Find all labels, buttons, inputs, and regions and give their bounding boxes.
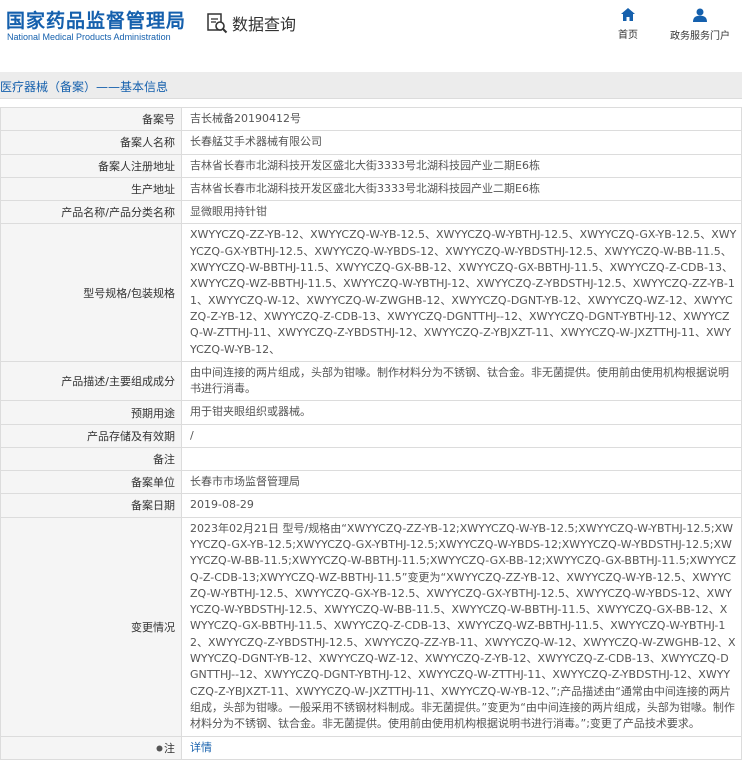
nav-home[interactable]: 首页 — [618, 8, 638, 41]
field-label: 预期用途 — [0, 400, 182, 425]
table-row: 预期用途 用于钳夹眼组织或器械。 — [0, 400, 742, 425]
field-value: 由中间连接的两片组成，头部为钳喙。制作材料分为不锈钢、钛合金。非无菌提供。使用前… — [181, 360, 742, 402]
nav-service-portal[interactable]: 政务服务门户 — [670, 8, 730, 42]
site-logo-english[interactable]: National Medical Products Administration — [7, 32, 171, 42]
nav-service-portal-label: 政务服务门户 — [670, 31, 730, 42]
field-value: 长春艋艾手术器械有限公司 — [181, 130, 742, 155]
field-value: 吉林省长春市北湖科技开发区盛北大街3333号北湖科技园产业二期E6栋 — [181, 153, 742, 178]
field-value: XWYYCZQ-ZZ-YB-12、XWYYCZQ-W-YB-12.5、XWYYC… — [181, 223, 742, 362]
field-value: 2019-08-29 — [181, 493, 742, 518]
page-name: 数据查询 — [206, 11, 296, 35]
field-label: 备案号 — [0, 106, 182, 132]
table-row: 备案人注册地址 吉林省长春市北湖科技开发区盛北大街3333号北湖科技园产业二期E… — [0, 153, 742, 178]
table-row: 产品描述/主要组成成分 由中间连接的两片组成，头部为钳喙。制作材料分为不锈钢、钛… — [0, 360, 742, 402]
site-logo-chinese[interactable]: 国家药品监督管理局 — [6, 6, 186, 33]
field-label: 型号规格/包装规格 — [0, 223, 182, 362]
field-label: 备注 — [0, 447, 182, 472]
field-value: / — [181, 423, 742, 449]
page-name-label: 数据查询 — [232, 15, 297, 34]
table-row: 备案号 吉长械备20190412号 — [0, 106, 742, 132]
section-header: 医疗器械（备案）——基本信息 — [0, 72, 742, 99]
nav-home-label: 首页 — [618, 30, 638, 41]
field-label: 变更情况 — [0, 516, 182, 737]
field-label: 产品存储及有效期 — [0, 423, 182, 449]
field-value: 2023年02月21日 型号/规格由“XWYYCZQ-ZZ-YB-12;XWYY… — [181, 516, 742, 737]
field-label: 备案人注册地址 — [0, 153, 182, 178]
table-row: 变更情况 2023年02月21日 型号/规格由“XWYYCZQ-ZZ-YB-12… — [0, 516, 742, 737]
table-row: 型号规格/包装规格 XWYYCZQ-ZZ-YB-12、XWYYCZQ-W-YB-… — [0, 223, 742, 362]
table-row: 备注 — [0, 447, 742, 472]
field-label: 产品描述/主要组成成分 — [0, 360, 182, 402]
table-row: 产品名称/产品分类名称 显微眼用持针钳 — [0, 200, 742, 225]
field-label: 产品名称/产品分类名称 — [0, 200, 182, 225]
site-header: 国家药品监督管理局 National Medical Products Admi… — [0, 0, 742, 60]
section-title: 医疗器械（备案）——基本信息 — [0, 80, 169, 94]
note-value: 详情 — [181, 735, 742, 760]
table-row: 备案单位 长春市市场监督管理局 — [0, 470, 742, 495]
table-row: 注 详情 — [0, 735, 742, 760]
user-icon — [693, 8, 707, 22]
field-value: 吉长械备20190412号 — [181, 106, 742, 132]
field-label: 生产地址 — [0, 176, 182, 202]
home-icon — [621, 8, 635, 21]
record-detail-table: 备案号 吉长械备20190412号 备案人名称 长春艋艾手术器械有限公司 备案人… — [0, 106, 742, 760]
table-row: 备案日期 2019-08-29 — [0, 493, 742, 518]
field-label: 备案单位 — [0, 470, 182, 495]
details-link[interactable]: 详情 — [190, 741, 212, 754]
info-dot-icon — [156, 745, 163, 752]
table-row: 产品存储及有效期 / — [0, 423, 742, 449]
note-label: 注 — [0, 735, 182, 760]
field-value: 长春市市场监督管理局 — [181, 470, 742, 495]
field-value: 吉林省长春市北湖科技开发区盛北大街3333号北湖科技园产业二期E6栋 — [181, 176, 742, 202]
data-search-icon — [207, 13, 228, 34]
note-label-text: 注 — [164, 741, 175, 755]
field-label: 备案日期 — [0, 493, 182, 518]
table-row: 生产地址 吉林省长春市北湖科技开发区盛北大街3333号北湖科技园产业二期E6栋 — [0, 176, 742, 202]
field-label: 备案人名称 — [0, 130, 182, 155]
field-value — [181, 447, 742, 472]
table-row: 备案人名称 长春艋艾手术器械有限公司 — [0, 130, 742, 155]
field-value: 用于钳夹眼组织或器械。 — [181, 400, 742, 425]
field-value: 显微眼用持针钳 — [181, 200, 742, 225]
